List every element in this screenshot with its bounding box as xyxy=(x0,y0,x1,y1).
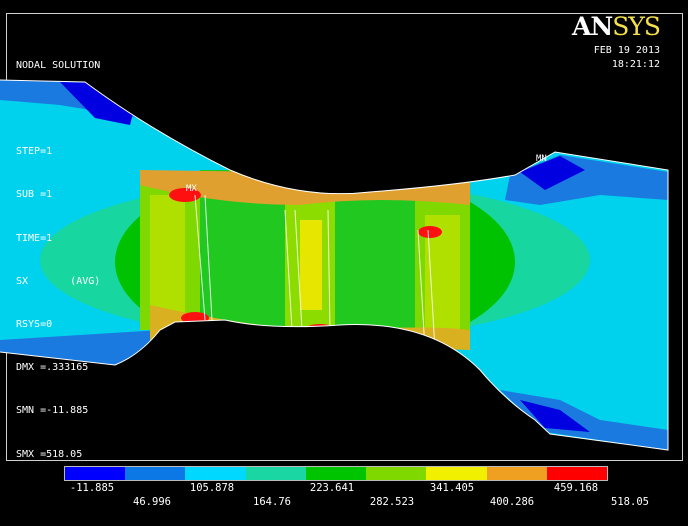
logo-an: AN xyxy=(571,12,613,41)
ansys-logo: ANSYS xyxy=(571,12,661,41)
info-line: NODAL SOLUTION xyxy=(16,59,101,71)
max-marker: MX xyxy=(186,184,197,194)
info-line: SX (AVG) xyxy=(16,275,101,287)
timestamp-time: 18:21:12 xyxy=(611,59,660,70)
info-line: SUB =1 xyxy=(16,189,53,201)
timestamp-date: FEB 19 2013 xyxy=(593,45,660,56)
info-line xyxy=(16,102,100,116)
plot-info-block: NODAL SOLUTION STEP=1 SUB =1 TIME=1 SX (… xyxy=(16,30,100,476)
logo-sys: SYS xyxy=(612,12,661,41)
info-line: TIME=1 xyxy=(16,232,53,244)
info-line: DMX =.333165 xyxy=(16,362,89,374)
info-line: STEP=1 xyxy=(16,146,53,158)
min-marker: MN xyxy=(536,154,547,164)
info-line: SMX =518.05 xyxy=(16,448,83,460)
fe-contour-plot xyxy=(0,79,669,451)
timestamp: FEB 19 2013 18:21:12 xyxy=(594,44,660,72)
info-line: SMN =-11.885 xyxy=(16,405,89,417)
info-line: RSYS=0 xyxy=(16,319,53,331)
